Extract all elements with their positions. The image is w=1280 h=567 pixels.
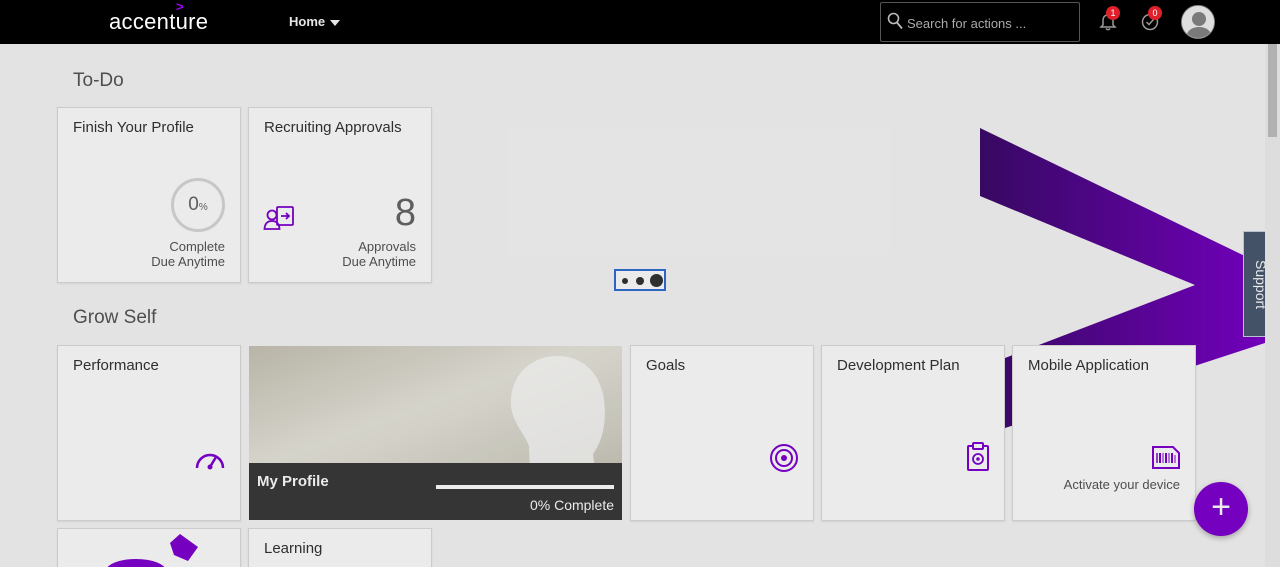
recruiting-approvals-title: Recruiting Approvals bbox=[264, 119, 402, 136]
clipboard-icon bbox=[967, 442, 989, 471]
finish-profile-title: Finish Your Profile bbox=[73, 119, 194, 136]
grow-self-section-title: Grow Self bbox=[73, 307, 157, 328]
approvals-badge: 0 bbox=[1148, 6, 1162, 20]
target-icon bbox=[770, 444, 798, 472]
brand-tile[interactable] bbox=[57, 528, 241, 567]
logo-text: accenture bbox=[109, 9, 209, 34]
brand-shape-icon bbox=[107, 534, 198, 567]
notifications-badge: 1 bbox=[1106, 6, 1120, 20]
recruiting-footer: Approvals Due Anytime bbox=[342, 239, 416, 269]
my-profile-bar: My Profile 0% Complete bbox=[249, 463, 622, 520]
finish-profile-due: Due Anytime bbox=[151, 254, 225, 269]
accenture-logo[interactable]: accenture > bbox=[109, 0, 209, 35]
learning-title: Learning bbox=[264, 540, 323, 557]
busy-dot bbox=[622, 278, 628, 284]
goals-title: Goals bbox=[646, 357, 686, 374]
person-icon bbox=[1182, 6, 1214, 38]
recruiting-icon bbox=[263, 206, 294, 230]
recruiting-due: Due Anytime bbox=[342, 254, 416, 269]
plus-icon: + bbox=[1211, 488, 1231, 526]
page-scrollbar[interactable] bbox=[1265, 44, 1280, 567]
performance-tile[interactable]: Performance bbox=[57, 345, 241, 521]
busy-dot bbox=[636, 277, 644, 285]
my-profile-progress-bar bbox=[436, 485, 614, 489]
scrollbar-thumb[interactable] bbox=[1268, 44, 1277, 137]
approvals-label: Approvals bbox=[358, 239, 416, 254]
my-profile-tile[interactable]: My Profile 0% Complete bbox=[249, 346, 622, 520]
busy-dot bbox=[650, 274, 663, 287]
finish-profile-footer: Complete Due Anytime bbox=[151, 239, 225, 269]
my-profile-percent: 0% Complete bbox=[529, 497, 614, 513]
barcode-device-icon bbox=[1152, 446, 1180, 469]
busy-indicator bbox=[614, 269, 666, 291]
approvals-button[interactable]: 0 bbox=[1140, 6, 1162, 32]
home-menu-label: Home bbox=[289, 14, 326, 29]
user-avatar[interactable] bbox=[1181, 5, 1215, 39]
todo-section-title: To-Do bbox=[73, 70, 124, 91]
mobile-application-title: Mobile Application bbox=[1028, 357, 1149, 374]
top-header: accenture > Home 1 0 bbox=[0, 0, 1280, 44]
notifications-button[interactable]: 1 bbox=[1098, 6, 1120, 32]
search-input[interactable] bbox=[907, 13, 1072, 33]
finish-profile-tile[interactable]: Finish Your Profile 0% Complete Due Anyt… bbox=[57, 107, 241, 283]
logo-mark: > bbox=[176, 0, 184, 14]
speedometer-icon bbox=[195, 453, 225, 470]
profile-percent: 0 bbox=[188, 194, 199, 215]
home-menu-button[interactable]: Home bbox=[289, 14, 341, 29]
recruiting-approvals-tile[interactable]: Recruiting Approvals 8 Approvals Due Any… bbox=[248, 107, 432, 283]
profile-progress-ring: 0% bbox=[171, 178, 225, 232]
development-plan-title: Development Plan bbox=[837, 357, 960, 374]
finish-profile-status: Complete bbox=[169, 239, 225, 254]
my-profile-name: My Profile bbox=[257, 473, 329, 490]
add-button[interactable]: + bbox=[1194, 482, 1248, 536]
mobile-application-tile[interactable]: Mobile Application Activate your device bbox=[1012, 345, 1196, 521]
performance-title: Performance bbox=[73, 357, 159, 374]
goals-tile[interactable]: Goals bbox=[630, 345, 814, 521]
learning-tile[interactable]: Learning bbox=[248, 528, 432, 567]
mobile-application-caption: Activate your device bbox=[1063, 477, 1180, 492]
search-box[interactable] bbox=[880, 2, 1080, 42]
chevron-down-icon bbox=[330, 19, 341, 26]
approvals-count: 8 bbox=[394, 192, 416, 234]
search-icon bbox=[887, 12, 903, 30]
development-plan-tile[interactable]: Development Plan bbox=[821, 345, 1005, 521]
profile-percent-unit: % bbox=[198, 202, 208, 213]
